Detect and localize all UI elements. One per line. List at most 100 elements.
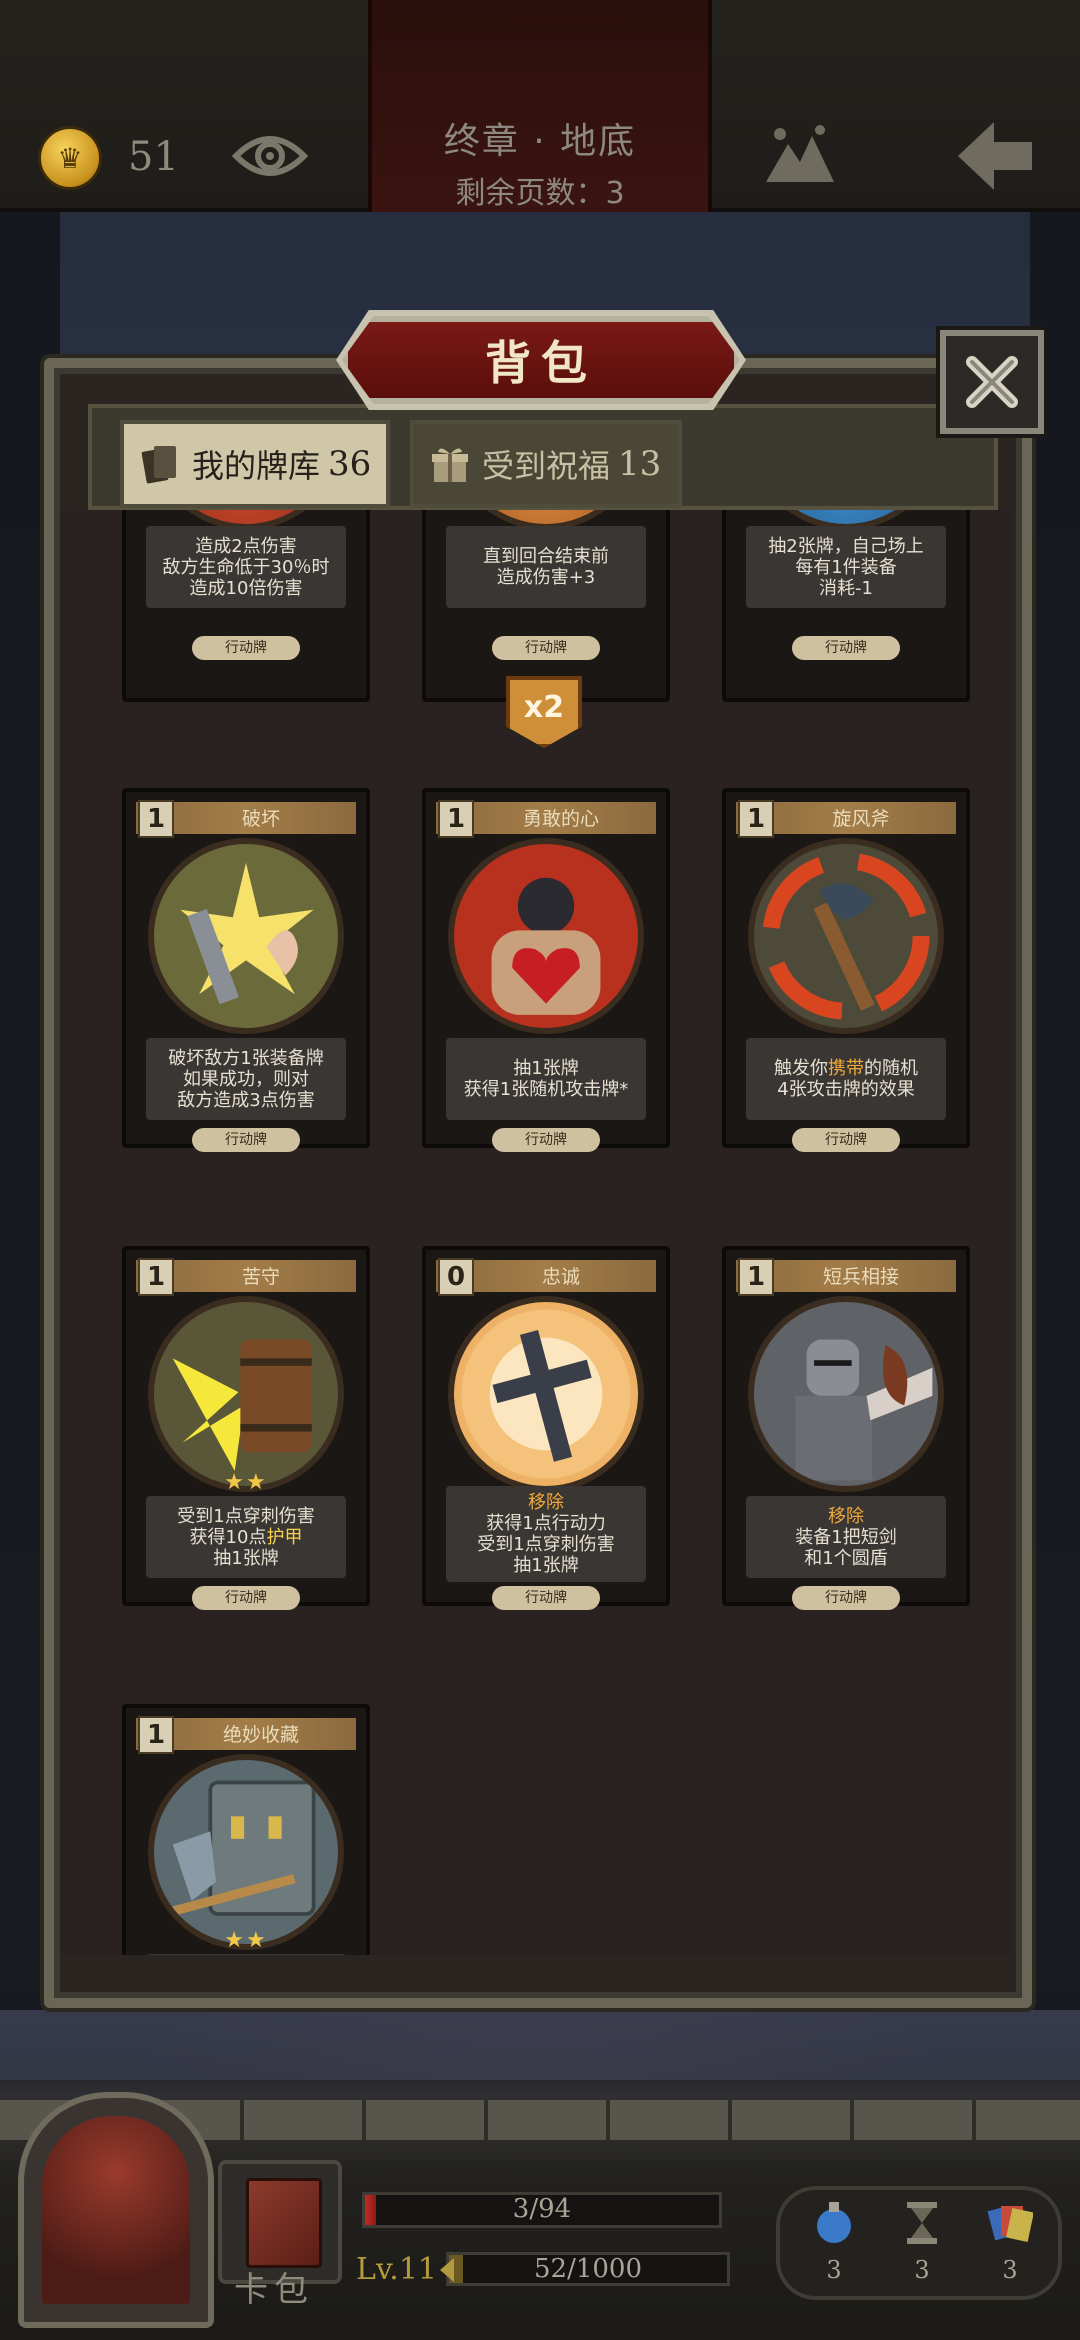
- card-art-destroy: [148, 838, 344, 1034]
- tab-my-deck[interactable]: 我的牌库 36: [120, 420, 390, 508]
- card-type-label: 行动牌: [792, 636, 900, 660]
- card-desc-line: 抽1张牌: [513, 1555, 579, 1576]
- card-desc-line: 如果成功，则对: [183, 1068, 309, 1090]
- card-stars: ★★: [224, 1928, 268, 1953]
- card-type-label: 行动牌: [492, 636, 600, 660]
- card-desc-line: 受到1点穿刺伤害: [477, 1534, 615, 1555]
- card-desc-line: 装备1把短剑: [795, 1526, 897, 1548]
- deck-icon: [141, 446, 176, 484]
- card[interactable]: 抽2张牌，自己场上 每有1件装备 消耗-1 行动牌: [722, 510, 970, 702]
- tab-bar: 我的牌库 36 受到祝福 13: [88, 404, 998, 510]
- card-brave-heart[interactable]: 1 勇敢的心 抽1张牌 获得1张随机攻击牌* 行动牌: [422, 788, 670, 1152]
- card-name: 苦守: [241, 1266, 280, 1288]
- hero-portrait[interactable]: [18, 2092, 214, 2328]
- card-desc-line: 造成10倍伤害: [189, 577, 303, 599]
- close-icon: [966, 356, 1018, 408]
- card-stars: ★★: [224, 1470, 268, 1495]
- inventory-count: 3: [1002, 2256, 1018, 2284]
- card-desc-line: 造成伤害+3: [496, 567, 596, 588]
- card-description: 造成2点伤害 敌方生命低于30％时 造成10倍伤害: [146, 526, 346, 608]
- card-description: 破坏敌方1张装备牌 如果成功，则对 敌方造成3点伤害: [146, 1038, 346, 1120]
- map-icon[interactable]: [762, 122, 838, 188]
- title-plate: 背包: [342, 316, 740, 404]
- card-description: [146, 1954, 346, 1955]
- card-art-fine-collection: [148, 1754, 344, 1950]
- card-name: 绝妙收藏: [222, 1724, 299, 1746]
- inventory-hourglass[interactable]: 3: [892, 2200, 952, 2284]
- hero-avatar: [42, 2116, 190, 2304]
- card-desc-line: 消耗-1: [819, 577, 873, 599]
- keyword-armor: 护甲: [266, 1526, 303, 1548]
- card-desc-line: 敌方造成3点伤害: [177, 1089, 315, 1111]
- card-desc-line: 每有1件装备: [795, 556, 897, 578]
- card-destroy[interactable]: 1 破坏 破坏敌方1张装备牌 如果成功，则对 敌方造成3点伤害 行动牌: [122, 788, 370, 1152]
- background-tree-right: [1030, 210, 1080, 2010]
- top-bar: ♛ 51 终章 · 地底 剩余页数：3: [0, 0, 1080, 212]
- back-arrow-icon[interactable]: [954, 118, 1036, 194]
- card-description: 抽2张牌，自己场上 每有1件装备 消耗-1: [746, 526, 946, 608]
- coin-icon: ♛: [38, 126, 102, 190]
- card-desc-line: 抽2张牌，自己场上: [768, 535, 924, 557]
- hp-text: 3/94: [512, 2194, 572, 2224]
- card-pack-book-icon: [246, 2178, 322, 2268]
- card-type-label: 行动牌: [492, 1586, 600, 1610]
- card-loyalty[interactable]: 0 忠诚 移除 获得1点行动力 受到1点穿刺伤害 抽1张牌 行动牌: [422, 1246, 670, 1610]
- panel-title: 背包: [485, 336, 597, 390]
- card-whirlwind-axe[interactable]: 1 旋风斧 触发你携带的随机 4张攻击牌的效果 行动牌: [722, 788, 970, 1152]
- inventory-count: 3: [826, 2256, 842, 2284]
- card-description: 移除 获得1点行动力 受到1点穿刺伤害 抽1张牌: [446, 1486, 646, 1582]
- card-desc-line: 抽1张牌: [213, 1547, 279, 1569]
- card-art-whirlwind-axe: [748, 838, 944, 1034]
- inventory-cards[interactable]: 3: [980, 2200, 1040, 2284]
- keyword-remove: 移除: [828, 1505, 864, 1527]
- level-label: Lv.11: [356, 2252, 438, 2287]
- card-desc-line: 和1个圆盾: [804, 1547, 888, 1569]
- card-desc-line: 触发你携带的随机: [774, 1058, 918, 1079]
- card-name: 破坏: [241, 808, 280, 830]
- card-art-loyalty: [448, 1296, 644, 1492]
- card-desc-line: 敌方生命低于30％时: [162, 556, 330, 578]
- card-desc-line: 破坏敌方1张装备牌: [168, 1047, 324, 1069]
- card-desc-line: 获得1张随机攻击牌*: [463, 1079, 629, 1100]
- card-description: 直到回合结束前 造成伤害+3: [446, 526, 646, 608]
- close-button[interactable]: [940, 330, 1044, 434]
- tab-my-deck-label: 我的牌库: [192, 447, 321, 485]
- card-art-brave-heart: [448, 838, 644, 1034]
- card-desc-line: 获得10点护甲: [190, 1527, 303, 1548]
- inventory-potion[interactable]: 3: [804, 2200, 864, 2284]
- card-description: 抽1张牌 获得1张随机攻击牌*: [446, 1038, 646, 1120]
- hourglass-icon: [907, 2202, 937, 2244]
- inventory-count: 3: [914, 2256, 930, 2284]
- card-desc-text: 获得10点: [189, 1526, 267, 1548]
- card[interactable]: 造成2点伤害 敌方生命低于30％时 造成10倍伤害 行动牌: [122, 510, 370, 702]
- card-hold-fast[interactable]: 1 苦守 ★★ 受到1点穿刺伤害 获得10点护甲 抽1张牌 行动牌: [122, 1246, 370, 1610]
- card-name: 忠诚: [541, 1266, 580, 1288]
- card-art-hold-fast: [148, 1296, 344, 1492]
- card-desc-line: 造成2点伤害: [195, 535, 297, 557]
- card-desc-line: 抽1张牌: [513, 1058, 579, 1079]
- card-desc-line: 直到回合结束前: [483, 546, 609, 567]
- card-desc-line: 4张攻击牌的效果: [777, 1079, 915, 1100]
- card-fine-collection[interactable]: 1 绝妙收藏 ★★: [122, 1704, 370, 1955]
- inventory-tray: 3 3 3: [776, 2186, 1062, 2300]
- card-desc-text: 触发你: [774, 1058, 828, 1079]
- card[interactable]: 直到回合结束前 造成伤害+3 行动牌: [422, 510, 670, 702]
- tab-blessings-label: 受到祝福: [482, 447, 611, 485]
- gift-icon: [432, 448, 468, 482]
- tab-blessings-count: 13: [618, 444, 662, 484]
- keyword-carry: 携带: [828, 1058, 864, 1079]
- card-desc-text: 的随机: [864, 1058, 918, 1079]
- card-description: 移除 装备1把短剑 和1个圆盾: [746, 1496, 946, 1578]
- eye-icon[interactable]: [232, 128, 308, 184]
- card-close-combat[interactable]: 1 短兵相接 移除 装备1把短剑 和1个圆盾 行动牌: [722, 1246, 970, 1610]
- card-description: 触发你携带的随机 4张攻击牌的效果: [746, 1038, 946, 1120]
- cards-icon: [987, 2205, 1034, 2242]
- tab-blessings[interactable]: 受到祝福 13: [410, 420, 682, 508]
- card-desc-line: 受到1点穿刺伤害: [177, 1505, 315, 1527]
- card-type-label: 行动牌: [192, 1128, 300, 1152]
- card-type-label: 行动牌: [492, 1128, 600, 1152]
- chapter-title: 终章 · 地底: [443, 121, 637, 162]
- card-name: 旋风斧: [832, 808, 890, 830]
- card-name: 短兵相接: [822, 1266, 899, 1288]
- card-description: 受到1点穿刺伤害 获得10点护甲 抽1张牌: [146, 1496, 346, 1578]
